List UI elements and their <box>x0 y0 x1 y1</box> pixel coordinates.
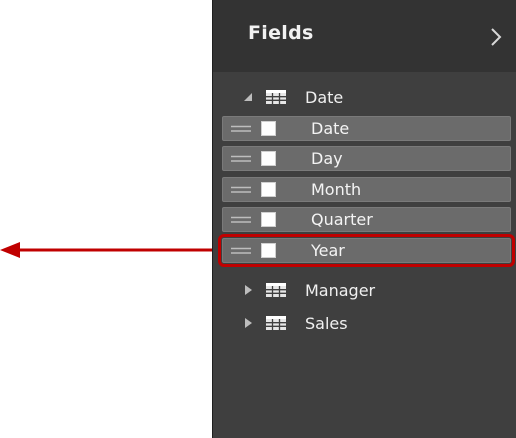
field-row-month[interactable]: Month <box>222 177 511 202</box>
annotation-arrow <box>0 242 222 258</box>
field-checkbox[interactable] <box>261 182 276 197</box>
drag-handle-icon[interactable] <box>231 186 251 194</box>
fields-pane: Fields Date Date Day Month Quarter Year … <box>212 0 516 438</box>
drag-handle-icon[interactable] <box>231 155 251 163</box>
field-checkbox[interactable] <box>261 243 276 258</box>
field-row-day[interactable]: Day <box>222 146 511 171</box>
table-node-manager[interactable]: Manager <box>213 276 516 304</box>
canvas-area <box>0 0 212 438</box>
table-label: Sales <box>305 313 348 333</box>
table-node-sales[interactable]: Sales <box>213 309 516 337</box>
field-label: Quarter <box>311 210 373 229</box>
table-label: Manager <box>305 280 376 300</box>
pane-title: Fields <box>248 22 314 44</box>
table-icon <box>266 90 286 104</box>
table-icon <box>266 283 286 297</box>
field-checkbox[interactable] <box>261 151 276 166</box>
table-icon <box>266 316 286 330</box>
table-node-date[interactable]: Date <box>213 83 516 111</box>
field-checkbox[interactable] <box>261 121 276 136</box>
table-label: Date <box>305 87 344 107</box>
field-label: Month <box>311 180 362 199</box>
drag-handle-icon[interactable] <box>231 247 251 255</box>
field-checkbox[interactable] <box>261 212 276 227</box>
field-row-quarter[interactable]: Quarter <box>222 207 511 232</box>
field-row-date[interactable]: Date <box>222 116 511 141</box>
field-label: Year <box>311 241 345 260</box>
collapsed-triangle-icon[interactable] <box>243 285 253 295</box>
field-label: Date <box>311 119 350 138</box>
chevron-right-icon <box>491 28 502 46</box>
collapse-pane-button[interactable] <box>485 24 507 50</box>
field-label: Day <box>311 149 343 168</box>
fields-pane-header: Fields <box>213 0 516 72</box>
field-row-year[interactable]: Year <box>218 234 515 267</box>
drag-handle-icon[interactable] <box>231 216 251 224</box>
drag-handle-icon[interactable] <box>231 125 251 133</box>
expanded-triangle-icon[interactable] <box>243 92 253 102</box>
collapsed-triangle-icon[interactable] <box>243 318 253 328</box>
